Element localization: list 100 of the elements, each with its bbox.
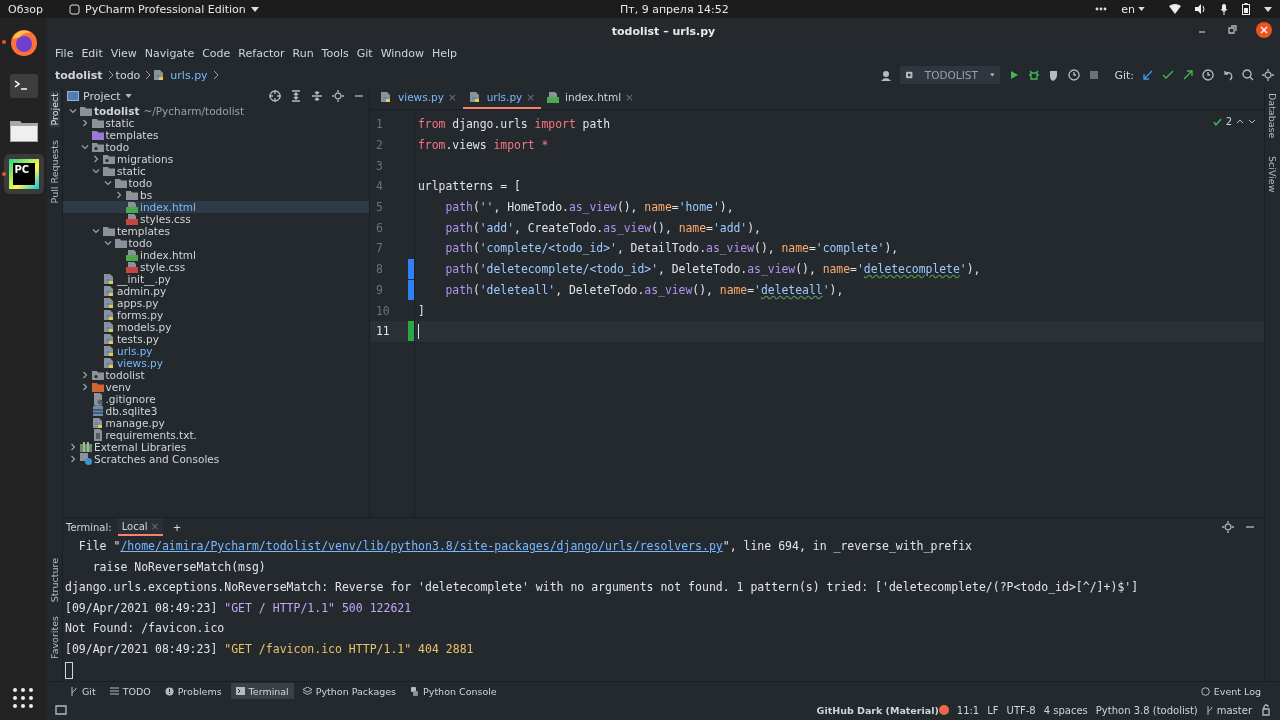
tree-item[interactable]: models.py <box>63 321 369 333</box>
breadcrumb[interactable]: todo <box>115 68 141 82</box>
tree-item[interactable]: todo <box>63 141 369 153</box>
more-icon[interactable] <box>1095 7 1108 11</box>
tree-item[interactable]: views.py <box>63 357 369 369</box>
tool-window-button[interactable]: TODO <box>104 683 156 699</box>
chevron-icon[interactable] <box>80 383 89 391</box>
tree-item[interactable]: migrations <box>63 153 369 165</box>
chevron-icon[interactable] <box>103 179 112 187</box>
menu-item[interactable]: Code <box>198 47 235 60</box>
tree-item[interactable]: forms.py <box>63 309 369 321</box>
menu-item[interactable]: Navigate <box>140 47 199 60</box>
terminal-icon[interactable] <box>9 74 38 98</box>
tree-item[interactable]: admin.py <box>63 285 369 297</box>
chevron-icon[interactable] <box>69 107 77 115</box>
tool-window-tab[interactable]: Project <box>49 91 60 128</box>
terminal-tab[interactable]: Local × <box>117 518 164 536</box>
change-marker[interactable] <box>408 321 414 342</box>
tree-item[interactable]: style.css <box>63 261 369 273</box>
restore-icon[interactable] <box>1226 24 1238 36</box>
run-configuration-dropdown[interactable]: TODOLIST <box>900 66 1001 84</box>
tree-item[interactable]: manage.py <box>63 417 369 429</box>
event-log-button[interactable]: Event Log <box>1195 683 1266 699</box>
lock-icon[interactable] <box>1260 704 1272 716</box>
chevron-icon[interactable] <box>69 443 77 451</box>
file-encoding[interactable]: UTF-8 <box>1006 704 1036 716</box>
stop-icon[interactable] <box>1088 69 1101 81</box>
editor-tab[interactable]: index.html × <box>541 87 640 109</box>
tree-item[interactable]: bs <box>63 189 369 201</box>
tool-window-tab[interactable]: SciView <box>1267 154 1278 195</box>
project-view-dropdown[interactable]: Project <box>67 89 132 103</box>
pycharm-logo[interactable]: PC <box>8 159 39 189</box>
tree-item[interactable]: styles.css <box>63 213 369 225</box>
tree-item[interactable]: templates <box>63 129 369 141</box>
chevron-icon[interactable] <box>80 371 89 379</box>
app-grid-icon[interactable] <box>13 688 33 708</box>
tool-window-button[interactable]: Python Console <box>405 683 502 699</box>
chevron-down-icon[interactable] <box>1248 119 1256 124</box>
menu-item[interactable]: Help <box>428 47 462 60</box>
wifi-icon[interactable] <box>1169 4 1181 14</box>
bug-icon[interactable] <box>1028 69 1041 81</box>
tree-item[interactable]: static <box>63 117 369 129</box>
volume-icon[interactable] <box>1195 4 1206 14</box>
chevron-icon[interactable] <box>103 239 112 247</box>
menu-item[interactable]: File <box>51 47 78 60</box>
activities-button[interactable]: Обзор <box>8 2 43 16</box>
change-marker[interactable] <box>408 259 414 280</box>
menu-item[interactable]: Edit <box>77 47 107 60</box>
chevron-up-icon[interactable] <box>1236 119 1244 124</box>
menu-item[interactable]: Tools <box>317 47 353 60</box>
files-icon[interactable] <box>9 118 38 142</box>
search-icon[interactable] <box>1242 69 1254 81</box>
chevron-icon[interactable] <box>92 227 100 235</box>
tree-item[interactable]: External Libraries <box>63 441 369 453</box>
tree-item[interactable]: __init__.py <box>63 273 369 285</box>
keyboard-layout[interactable]: en <box>1121 2 1145 16</box>
chevron-icon[interactable] <box>80 119 89 127</box>
indent-setting[interactable]: 4 spaces <box>1043 704 1088 716</box>
tree-item[interactable]: requirements.txt. <box>63 429 369 441</box>
tree-item[interactable]: todolist <box>63 369 369 381</box>
menu-item[interactable]: Refactor <box>234 47 289 60</box>
microphone-icon[interactable] <box>1220 3 1228 15</box>
tree-item[interactable]: db.sqlite3 <box>63 405 369 417</box>
chevron-icon[interactable] <box>80 143 89 151</box>
menu-item[interactable]: Run <box>288 47 318 60</box>
chevron-icon[interactable] <box>92 167 100 175</box>
editor-tab[interactable]: views.py × <box>374 87 463 109</box>
tree-item[interactable]: templates <box>63 225 369 237</box>
interpreter-selector[interactable]: Python 3.8 (todolist) <box>1095 704 1198 716</box>
tree-item[interactable]: apps.py <box>63 297 369 309</box>
tree-item[interactable]: venv <box>63 381 369 393</box>
caret-position[interactable]: 11:1 <box>956 704 980 716</box>
tool-window-button[interactable]: Problems <box>159 683 227 699</box>
undo-icon[interactable] <box>1222 69 1234 81</box>
menu-item[interactable]: Git <box>352 47 377 60</box>
line-separator[interactable]: LF <box>987 704 999 716</box>
notification-dot-icon[interactable] <box>938 705 949 715</box>
tool-window-button[interactable]: Python Packages <box>297 683 402 699</box>
firefox-icon[interactable] <box>8 27 39 57</box>
menu-item[interactable]: View <box>106 47 141 60</box>
clock-icon[interactable] <box>1202 69 1214 81</box>
tree-item[interactable]: index.html <box>63 249 369 261</box>
file-link[interactable]: /home/aimira/Pycharm/todolist/venv/lib/python3.8/site-packages/django/urls/resolvers.py <box>120 539 723 553</box>
tree-item[interactable]: static <box>63 165 369 177</box>
user-icon[interactable] <box>880 69 893 81</box>
tree-item[interactable]: todo <box>63 237 369 249</box>
app-menu[interactable]: PyCharm Professional Edition <box>69 2 259 16</box>
tree-item[interactable]: todolist ~/Pycharm/todolist <box>63 105 369 117</box>
arrow-down-left-icon[interactable] <box>1142 69 1154 81</box>
crosshair-icon[interactable] <box>269 90 281 102</box>
tool-window-button[interactable]: Terminal <box>230 683 294 699</box>
tree-item[interactable]: index.html <box>63 201 369 213</box>
editor-tab[interactable]: urls.py × <box>462 87 542 109</box>
theme-indicator[interactable]: GitHub Dark (Material) <box>816 704 939 716</box>
expand-all-icon[interactable] <box>290 90 302 102</box>
breadcrumb[interactable]: urls.py <box>153 68 208 82</box>
chevron-icon[interactable] <box>69 455 77 463</box>
branch-selector[interactable]: master <box>1205 704 1252 716</box>
tool-window-button[interactable]: Git <box>65 683 101 699</box>
clock[interactable]: Пт, 9 апреля 14:52 <box>620 2 729 16</box>
